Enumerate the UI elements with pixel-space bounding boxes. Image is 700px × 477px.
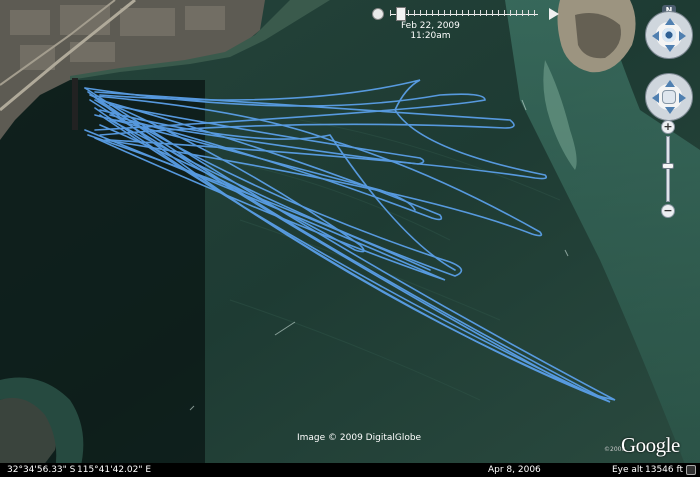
satellite-map[interactable] [0, 0, 700, 477]
move-joystick[interactable] [645, 73, 693, 121]
google-logo: Google [621, 433, 680, 457]
time-slider-date: Feb 22, 2009 [401, 21, 460, 31]
imagery-credit: Image © 2009 DigitalGlobe [297, 433, 422, 443]
eye-alt-label: Eye alt [612, 465, 643, 475]
streaming-icon [686, 465, 696, 475]
look-up-arrow-icon[interactable] [665, 18, 675, 25]
look-joystick[interactable] [645, 11, 693, 59]
time-slider-ticks [390, 10, 538, 16]
longitude-readout: 115°41'42.02" E [77, 465, 152, 475]
look-right-arrow-icon[interactable] [679, 31, 686, 41]
imagery-date: Apr 8, 2006 [488, 465, 541, 475]
time-slider-handle[interactable] [396, 7, 406, 21]
eye-alt-value: 13546 ft [645, 465, 684, 475]
hand-icon [662, 90, 676, 104]
time-slider-time: 11:20am [410, 31, 451, 41]
eye-icon [662, 28, 676, 42]
move-left-arrow-icon[interactable] [652, 93, 659, 103]
zoom-slider[interactable]: + − [661, 120, 675, 218]
move-right-arrow-icon[interactable] [679, 93, 686, 103]
jetty [72, 78, 78, 130]
zoom-slider-track[interactable] [666, 136, 670, 202]
look-left-arrow-icon[interactable] [652, 31, 659, 41]
status-bar: 32°34'56.33" S 115°41'42.02" E Apr 8, 20… [0, 463, 700, 477]
move-down-arrow-icon[interactable] [665, 107, 675, 114]
zoom-out-button[interactable]: − [661, 204, 675, 218]
clock-icon[interactable] [372, 8, 384, 20]
zoom-slider-handle[interactable] [662, 163, 674, 169]
play-icon[interactable] [549, 8, 559, 20]
move-up-arrow-icon[interactable] [665, 80, 675, 87]
time-slider-label: Feb 22, 2009 11:20am [401, 21, 460, 41]
latitude-readout: 32°34'56.33" S [7, 465, 76, 475]
navigation-controls: N + − [640, 5, 698, 220]
zoom-in-button[interactable]: + [661, 120, 675, 134]
map-viewport[interactable]: Feb 22, 2009 11:20am N + − Image © 2009 … [0, 0, 700, 477]
look-down-arrow-icon[interactable] [665, 45, 675, 52]
